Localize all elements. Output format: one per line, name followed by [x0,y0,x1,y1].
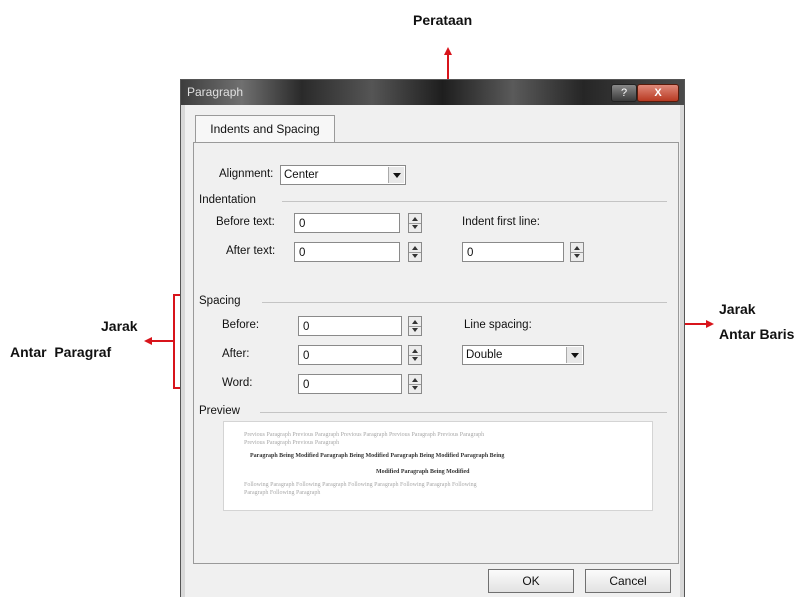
before-text-label: Before text: [216,216,275,228]
before-text-spinner[interactable] [408,213,422,233]
indentation-heading: Indentation [199,194,256,206]
indent-first-line-spinner[interactable] [570,242,584,262]
alignment-select-value: Center [284,169,319,181]
word-spinner[interactable] [408,374,422,394]
preview-previous-line-2: Previous Paragraph Previous Paragraph [244,440,340,446]
after-spinner[interactable] [408,345,422,365]
chevron-down-icon[interactable] [566,347,582,363]
before-input[interactable]: 0 [298,316,402,336]
ok-button[interactable]: OK [488,569,574,593]
line-spacing-callout-arrowhead [706,320,714,328]
indent-first-line-label: Indent first line: [462,216,540,228]
alignment-label: Alignment: [219,168,274,180]
dialog-title: Paragraph [187,85,244,99]
preview-area: Previous Paragraph Previous Paragraph Pr… [223,421,653,511]
after-text-label: After text: [226,245,276,257]
preview-following-line-1: Following Paragraph Following Paragraph … [244,482,477,488]
word-input[interactable]: 0 [298,374,402,394]
word-label: Word: [222,377,253,389]
paragraph-spacing-bracket-vertical [173,294,175,389]
close-button[interactable]: X [637,84,679,102]
help-button[interactable]: ? [611,84,637,102]
before-text-input[interactable]: 0 [294,213,400,233]
preview-current-line-1: Paragraph Being Modified Paragraph Being… [250,453,505,459]
paragraph-spacing-callout-label-1: Jarak [101,318,138,334]
preview-current-line-2: Modified Paragraph Being Modified [376,469,470,475]
preview-previous-line-1: Previous Paragraph Previous Paragraph Pr… [244,432,485,438]
line-spacing-callout-label-1: Jarak [719,301,756,317]
dialog-titlebar[interactable]: Paragraph ? X [181,80,684,105]
after-input[interactable]: 0 [298,345,402,365]
after-label: After: [222,348,250,360]
paragraph-spacing-callout-label-2: Antar Paragraf [10,344,112,360]
cancel-button[interactable]: Cancel [585,569,671,593]
line-spacing-label: Line spacing: [464,319,532,331]
preview-divider [260,412,667,413]
spacing-heading: Spacing [199,295,241,307]
line-spacing-callout-label-2: Antar Baris [719,326,795,342]
before-label: Before: [222,319,260,331]
after-text-input[interactable]: 0 [294,242,400,262]
paragraph-spacing-callout-arrowhead [144,337,152,345]
chevron-down-icon[interactable] [388,167,404,183]
before-spinner[interactable] [408,316,422,336]
dialog-body: Indents and Spacing Alignment: Center In… [185,105,680,597]
preview-following-line-2: Paragraph Following Paragraph [244,490,321,496]
paragraph-dialog: Paragraph ? X Indents and Spacing Alignm… [181,80,684,597]
line-spacing-select-value: Double [466,349,503,361]
indentation-divider [282,201,667,202]
line-spacing-select[interactable]: Double [462,345,584,365]
alignment-callout-label: Perataan [413,12,473,28]
paragraph-spacing-callout-line [152,340,173,342]
preview-heading: Preview [199,405,240,417]
alignment-select[interactable]: Center [280,165,406,185]
tab-indents-and-spacing[interactable]: Indents and Spacing [195,115,335,144]
indent-first-line-input[interactable]: 0 [462,242,564,262]
after-text-spinner[interactable] [408,242,422,262]
spacing-divider [262,302,667,303]
